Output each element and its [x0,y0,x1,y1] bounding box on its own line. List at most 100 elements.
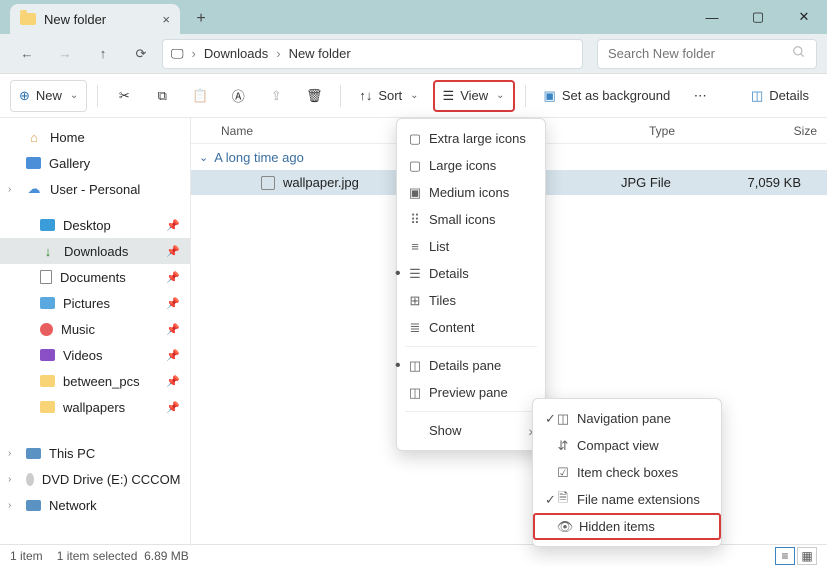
ellipsis-icon: ⋯ [694,88,707,104]
rename-icon: Ⓐ [232,86,245,105]
sort-button[interactable]: ↑↓ Sort ⌄ [351,80,426,112]
view-button[interactable]: ☰ View ⌄ [433,80,515,112]
cut-button[interactable]: ✂ [108,80,140,112]
list-icon: ≡ [407,239,423,254]
menu-hidden-items[interactable]: 👁Hidden items [533,513,721,540]
refresh-button[interactable]: ⟳ [124,39,158,69]
md-icons-icon: ▣ [407,185,423,201]
group-label: A long time ago [214,150,304,165]
search-input[interactable] [608,46,792,61]
col-size[interactable]: Size [739,124,827,138]
menu-compact-view[interactable]: ⇵Compact view [533,432,721,459]
plus-circle-icon: ⊕ [19,88,30,104]
paste-button[interactable]: 📋 [184,80,216,112]
menu-medium-icons[interactable]: ▣Medium icons [397,179,545,206]
menu-content[interactable]: ≣Content [397,314,545,341]
forward-button[interactable]: → [48,39,82,69]
menu-navigation-pane[interactable]: ✓◫Navigation pane [533,405,721,432]
menu-item-check-boxes[interactable]: ☑Item check boxes [533,459,721,486]
label: User - Personal [50,182,140,197]
menu-preview-pane[interactable]: ◫Preview pane [397,379,545,406]
chevron-down-icon[interactable]: ⌄ [199,151,208,164]
search-box[interactable] [597,39,817,69]
menu-extra-large-icons[interactable]: ▢Extra large icons [397,125,545,152]
details-pane-toggle[interactable]: ◫ Details [743,80,817,112]
label: Small icons [429,212,495,227]
maximize-button[interactable]: ▢ [735,0,781,34]
sort-icon: ↑↓ [359,88,372,103]
sidebar-item-pictures[interactable]: Pictures📌 [0,290,190,316]
status-bar: 1 item 1 item selected 6.89 MB ≡ ▦ [0,544,827,566]
pin-icon: 📌 [166,375,180,388]
label: Pictures [63,296,110,311]
disc-icon [26,473,34,486]
breadcrumb[interactable]: 🖵 › Downloads › New folder [162,39,583,69]
sidebar-item-network[interactable]: ›Network [0,492,190,518]
sidebar-item-gallery[interactable]: Gallery [0,150,190,176]
minimize-button[interactable]: — [689,0,735,34]
close-button[interactable]: ✕ [781,0,827,34]
menu-details-pane[interactable]: •◫Details pane [397,352,545,379]
chevron-down-icon: ⌄ [496,90,504,101]
sidebar-item-home[interactable]: ⌂Home [0,124,190,150]
status-count: 1 item [10,549,43,563]
menu-small-icons[interactable]: ⠿Small icons [397,206,545,233]
thumbnails-view-toggle[interactable]: ▦ [797,547,817,565]
menu-details[interactable]: •☰Details [397,260,545,287]
details-view-toggle[interactable]: ≡ [775,547,795,565]
divider [97,85,98,107]
sidebar-item-user[interactable]: ›☁User - Personal [0,176,190,202]
label: Home [50,130,85,145]
menu-tiles[interactable]: ⊞ Tiles [397,287,545,314]
file-icon: 🗎 [555,489,571,511]
delete-button[interactable]: 🗑 [298,80,330,112]
chevron-right-icon[interactable]: › [8,184,11,195]
sidebar-item-documents[interactable]: Documents📌 [0,264,190,290]
chevron-right-icon[interactable]: › [8,500,11,511]
menu-file-name-extensions[interactable]: ✓🗎File name extensions [533,486,721,513]
rename-button[interactable]: Ⓐ [222,80,254,112]
menu-large-icons[interactable]: ▢Large icons [397,152,545,179]
label: Tiles [429,293,456,308]
label: New [36,88,62,103]
menu-show[interactable]: Show [397,417,545,444]
sidebar-item-downloads[interactable]: ↓Downloads📌 [0,238,190,264]
chevron-right-icon[interactable]: › [8,448,11,459]
share-button[interactable]: ⇪ [260,80,292,112]
status-selected: 1 item selected 6.89 MB [57,549,189,563]
sidebar-item-desktop[interactable]: Desktop📌 [0,212,190,238]
scissors-icon: ✂ [119,88,130,104]
sidebar-item-thispc[interactable]: › This PC [0,440,190,466]
label: This PC [49,446,95,461]
col-type[interactable]: Type [639,124,739,138]
new-tab-button[interactable]: + [186,4,216,34]
back-button[interactable]: ← [10,39,44,69]
label: DVD Drive (E:) CCCOMA_X64FRE_EN [42,472,180,487]
tiles-icon: ⊞ [407,293,423,309]
sidebar-item-dvd[interactable]: › DVD Drive (E:) CCCOMA_X64FRE_EN [0,466,190,492]
label: Navigation pane [577,411,671,426]
xl-icons-icon: ▢ [407,131,423,147]
sidebar-item-wallpapers[interactable]: wallpapers📌 [0,394,190,420]
divider [340,85,341,107]
new-button[interactable]: ⊕ New ⌄ [10,80,87,112]
share-icon: ⇪ [271,88,282,104]
sidebar-item-between-pcs[interactable]: between_pcs📌 [0,368,190,394]
breadcrumb-downloads[interactable]: Downloads [204,46,268,61]
menu-list[interactable]: ≡List [397,233,545,260]
show-submenu: ✓◫Navigation pane ⇵Compact view ☑Item ch… [532,398,722,547]
tab-close-button[interactable]: × [162,12,170,27]
up-button[interactable]: ↑ [86,39,120,69]
sidebar-item-music[interactable]: Music📌 [0,316,190,342]
set-background-button[interactable]: ▣ Set as background [536,80,679,112]
copy-button[interactable]: ⧉ [146,80,178,112]
sidebar-item-videos[interactable]: Videos📌 [0,342,190,368]
more-button[interactable]: ⋯ [684,80,716,112]
pin-icon: 📌 [166,323,180,336]
tab-newfolder[interactable]: New folder × [10,4,180,34]
bullet-icon: • [395,357,401,375]
chevron-right-icon[interactable]: › [8,474,11,485]
label: Desktop [63,218,111,233]
breadcrumb-current[interactable]: New folder [289,46,351,61]
chevron-right-icon: › [192,46,196,61]
